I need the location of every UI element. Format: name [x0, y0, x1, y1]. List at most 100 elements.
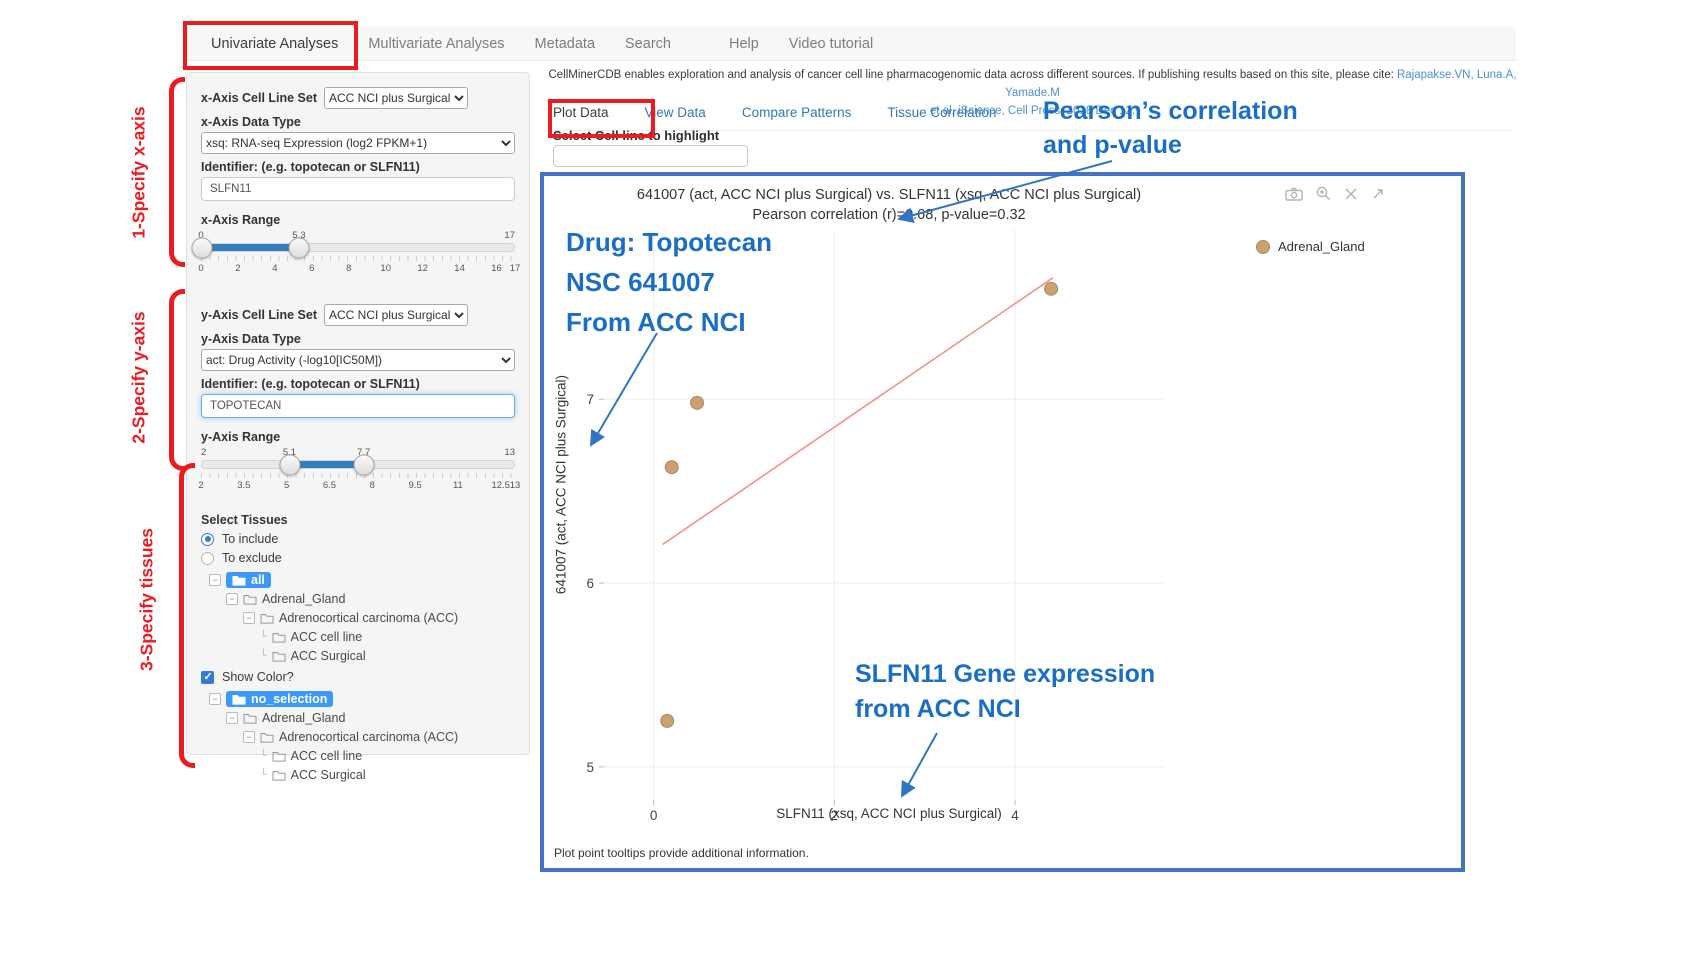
tab-plot-data[interactable]: Plot Data — [553, 105, 609, 120]
x-identifier-input[interactable] — [201, 177, 515, 201]
exclude-radio-label: To exclude — [222, 551, 282, 565]
scatter-point[interactable] — [691, 396, 704, 409]
step3-label: 3-Specify tissues — [137, 500, 158, 700]
plot-footnote: Plot point tooltips provide additional i… — [554, 846, 809, 860]
x-identifier-label: Identifier: (e.g. topotecan or SLFN11) — [201, 160, 515, 174]
tree-node[interactable]: − Adrenal_Gland — [209, 589, 515, 608]
show-color-checkbox[interactable] — [201, 671, 214, 684]
tree-node[interactable]: └ACC Surgical — [209, 646, 515, 665]
nav-item-metadata[interactable]: Metadata — [520, 36, 610, 52]
red-bracket-step3 — [179, 463, 195, 768]
tree-node[interactable]: − Adrenocortical carcinoma (ACC) — [209, 608, 515, 627]
tree-node-label: Adrenal_Gland — [262, 711, 345, 725]
y-range-label: y-Axis Range — [201, 430, 515, 444]
slider-tick-label: 14 — [454, 263, 465, 274]
y-tick-label: 5 — [586, 760, 594, 775]
tissues-exclude-radio-row[interactable]: To exclude — [201, 551, 515, 565]
slider-handle[interactable] — [289, 237, 310, 258]
folder-icon — [232, 693, 246, 705]
tree-node[interactable]: − Adrenal_Gland — [209, 708, 515, 727]
tissues-include-radio-row[interactable]: To include — [201, 532, 515, 546]
slider-tick-label: 9.5 — [408, 480, 421, 491]
tree-expander-icon[interactable]: − — [209, 693, 221, 705]
tab-view-data[interactable]: View Data — [645, 105, 706, 120]
tree-node[interactable]: − all — [209, 570, 515, 589]
tree-node-label: all — [251, 573, 265, 587]
reset-axes-icon[interactable] — [1371, 187, 1385, 201]
tree-elbow-connector: └ — [260, 749, 267, 762]
tree-node[interactable]: └ACC Surgical — [209, 765, 515, 784]
chart-title: 641007 (act, ACC NCI plus Surgical) vs. … — [544, 187, 1234, 203]
scatter-point[interactable] — [665, 461, 678, 474]
show-color-row[interactable]: Show Color? — [201, 670, 515, 684]
slider-handle[interactable] — [279, 454, 300, 475]
x-axis-title: SLFN11 (xsq, ACC NCI plus Surgical) — [544, 806, 1234, 821]
tree-expander-icon[interactable]: − — [243, 612, 255, 624]
legend-item-adrenal-gland[interactable]: Adrenal_Gland — [1256, 239, 1365, 254]
x-cell-line-set-select[interactable]: ACC NCI plus Surgical — [324, 87, 468, 109]
tab-tissue-correlation[interactable]: Tissue Correlation — [887, 105, 996, 120]
y-data-type-label: y-Axis Data Type — [201, 332, 515, 346]
x-data-type-select[interactable]: xsq: RNA-seq Expression (log2 FPKM+1) — [201, 132, 515, 154]
x-range-label: x-Axis Range — [201, 213, 515, 227]
tree-node[interactable]: └ACC cell line — [209, 746, 515, 765]
red-bracket-step1 — [169, 77, 185, 267]
include-radio-label: To include — [222, 532, 278, 546]
y-identifier-label: Identifier: (e.g. topotecan or SLFN11) — [201, 377, 515, 391]
slider-tick-label: 6 — [309, 263, 314, 274]
select-tissues-label: Select Tissues — [201, 513, 515, 527]
tree-node-label: ACC Surgical — [291, 768, 366, 782]
tree-node-label: Adrenocortical carcinoma (ACC) — [279, 730, 458, 744]
slider-tick-label: 6.5 — [323, 480, 336, 491]
tree-expander-icon[interactable]: − — [209, 574, 221, 586]
tree-node-label: no_selection — [251, 692, 327, 706]
slider-tick-label: 13 — [510, 480, 521, 491]
folder-icon — [272, 631, 286, 643]
pan-icon[interactable] — [1344, 187, 1358, 201]
exclude-radio[interactable] — [201, 552, 214, 565]
tree-node-label: Adrenal_Gland — [262, 592, 345, 606]
tree-node-label: ACC cell line — [291, 630, 363, 644]
slider-min-label: 2 — [201, 447, 206, 458]
y-range-slider[interactable]: 2135.17.723.556.589.51112.513 — [201, 447, 515, 499]
red-bracket-step2 — [169, 289, 185, 471]
tree-elbow-connector: └ — [260, 649, 267, 662]
top-navbar: Univariate Analyses Multivariate Analyse… — [186, 27, 1516, 61]
slider-handle[interactable] — [353, 454, 374, 475]
drug-annotation: Drug: Topotecan NSC 641007 From ACC NCI — [566, 222, 772, 342]
y-identifier-input[interactable] — [201, 394, 515, 418]
slider-handle[interactable] — [192, 237, 213, 258]
y-data-type-select[interactable]: act: Drug Activity (-log10[IC50M]) — [201, 349, 515, 371]
tree-expander-icon[interactable]: − — [243, 731, 255, 743]
nav-item-univariate-analyses[interactable]: Univariate Analyses — [196, 36, 353, 52]
tree-node[interactable]: − no_selection — [209, 689, 515, 708]
tree-node[interactable]: − Adrenocortical carcinoma (ACC) — [209, 727, 515, 746]
highlight-cell-line-input[interactable] — [553, 145, 748, 167]
slider-track[interactable] — [201, 243, 515, 252]
tree-expander-icon[interactable]: − — [226, 712, 238, 724]
y-cell-line-set-select[interactable]: ACC NCI plus Surgical — [324, 304, 468, 326]
tree-node-label: Adrenocortical carcinoma (ACC) — [279, 611, 458, 625]
slider-max-label: 17 — [504, 230, 515, 241]
slider-tick-label: 2 — [235, 263, 240, 274]
x-range-slider[interactable]: 1705.3024681012141617 — [201, 230, 515, 282]
slider-tick-label: 8 — [370, 480, 375, 491]
tree-node[interactable]: └ACC cell line — [209, 627, 515, 646]
slider-track[interactable] — [201, 460, 515, 469]
tree-expander-icon[interactable]: − — [226, 593, 238, 605]
nav-item-help[interactable]: Help — [714, 36, 774, 52]
folder-icon — [260, 731, 274, 743]
tab-compare-patterns[interactable]: Compare Patterns — [742, 105, 852, 120]
scatter-point[interactable] — [1045, 282, 1058, 295]
camera-icon[interactable] — [1285, 187, 1303, 201]
scatter-point[interactable] — [661, 714, 674, 727]
nav-item-multivariate-analyses[interactable]: Multivariate Analyses — [353, 36, 519, 52]
y-tick-label: 6 — [586, 576, 594, 591]
slider-tick-label: 12 — [417, 263, 428, 274]
nav-item-search[interactable]: Search — [610, 36, 686, 52]
nav-item-video-tutorial[interactable]: Video tutorial — [774, 36, 888, 52]
pearson-annotation: Pearson’s correlation and p-value — [1043, 94, 1298, 162]
include-radio[interactable] — [201, 533, 214, 546]
zoom-icon[interactable] — [1316, 186, 1331, 201]
folder-icon — [232, 574, 246, 586]
